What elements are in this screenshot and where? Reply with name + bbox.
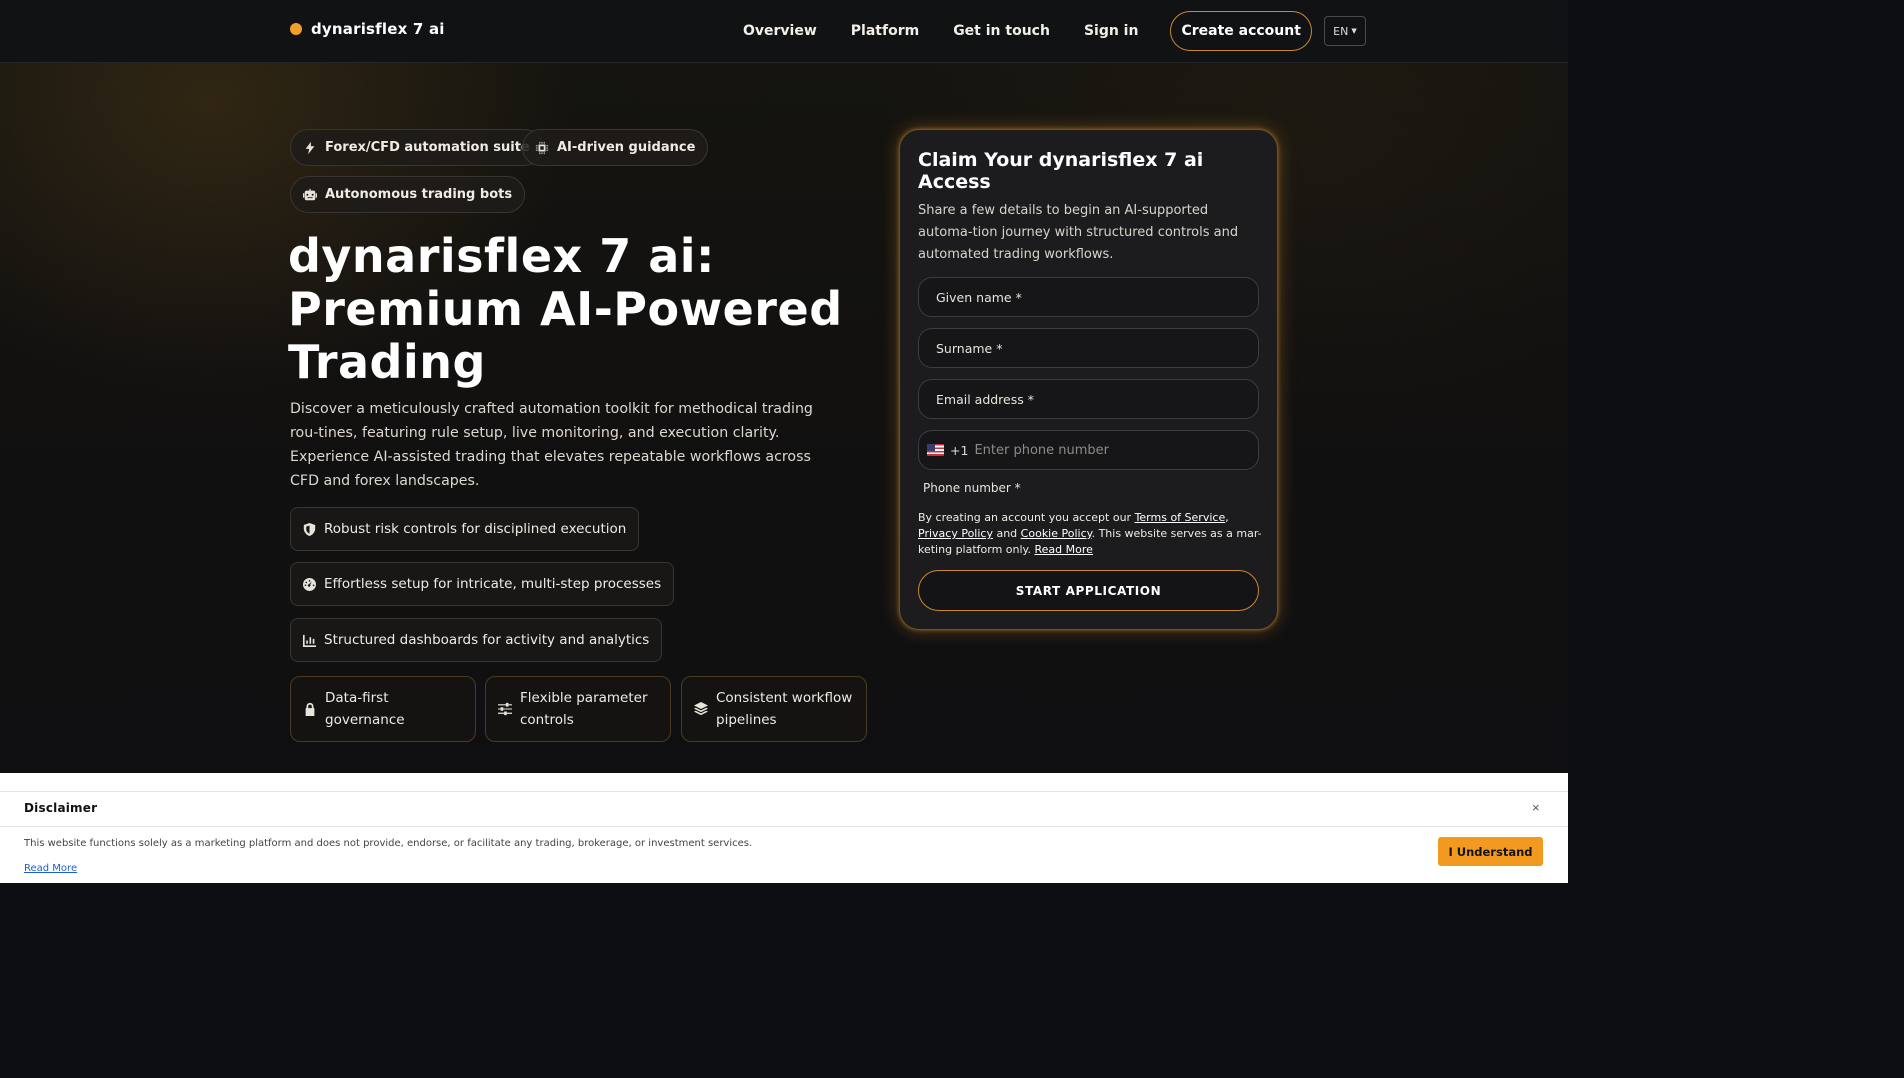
us-flag-icon[interactable]	[927, 444, 944, 456]
brand-dot-icon	[290, 23, 302, 35]
disclaimer-title: Disclaimer	[24, 801, 98, 815]
chip-forex-cfd: Forex/CFD automation suite	[290, 129, 543, 166]
lock-icon	[305, 702, 315, 716]
language-selector[interactable]: EN ▼	[1323, 16, 1366, 46]
card-label: Consistent workflow pipelines	[716, 690, 853, 728]
given-name-label: Given name *	[936, 289, 1022, 305]
chip-icon	[535, 141, 549, 154]
language-code: EN	[1333, 24, 1349, 38]
card-parameter-controls: Flexible parameter controls	[485, 676, 671, 742]
disclaimer-banner: Disclaimer × This website functions sole…	[0, 773, 1568, 883]
caret-down-icon: ▼	[1351, 27, 1357, 35]
chip-label: AI-driven guidance	[557, 140, 696, 155]
hero-title-line-2: Premium AI-Powered	[288, 282, 843, 336]
feature-risk-controls: Robust risk controls for disciplined exe…	[290, 507, 640, 551]
given-name-field[interactable]: Given name *	[918, 277, 1259, 317]
robot-icon	[303, 188, 317, 200]
nav-overview[interactable]: Overview	[743, 23, 817, 39]
top-header: dynarisflex 7 ai Overview Platform Get i…	[0, 0, 1568, 63]
terms-text: By creating an account you accept our Te…	[918, 510, 1263, 558]
chip-label: Autonomous trading bots	[325, 187, 513, 202]
cookie-policy-link[interactable]: Cookie Policy	[1021, 527, 1092, 540]
lightning-icon	[305, 141, 315, 154]
phone-input[interactable]	[974, 442, 1215, 458]
shield-icon	[303, 522, 316, 536]
terms-prefix: By creating an account you accept our	[918, 511, 1135, 524]
email-label: Email address *	[936, 391, 1034, 407]
form-subtitle: Share a few details to begin an AI-suppo…	[918, 203, 1239, 262]
chip-trading-bots: Autonomous trading bots	[290, 176, 526, 213]
terms-and: and	[992, 527, 1021, 540]
disclaimer-text: This website functions solely as a marke…	[24, 838, 753, 849]
terms-of-service-link[interactable]: Terms of Service	[1135, 511, 1226, 524]
disclaimer-header: Disclaimer ×	[0, 791, 1568, 827]
terms-comma: ,	[1225, 511, 1229, 524]
main-nav: Overview Platform Get in touch Sign in C…	[743, 11, 1366, 51]
surname-field[interactable]: Surname *	[918, 328, 1259, 368]
close-icon[interactable]: ×	[1532, 800, 1540, 815]
hero-title-line-3: Trading	[288, 335, 486, 389]
nav-platform[interactable]: Platform	[851, 23, 919, 39]
hero-title-line-1: dynarisflex 7 ai:	[288, 229, 715, 283]
surname-label: Surname *	[936, 340, 1003, 356]
phone-field[interactable]: +1	[918, 430, 1259, 470]
brand-name: dynarisflex 7 ai	[311, 20, 445, 38]
chip-ai-guidance: AI-driven guidance	[522, 129, 709, 166]
disclaimer-read-more-link[interactable]: Read More	[24, 863, 77, 874]
phone-number-label: Phone number *	[923, 481, 1021, 495]
feature-effortless-setup: Effortless setup for intricate, multi-st…	[290, 562, 675, 606]
feature-dashboards: Structured dashboards for activity and a…	[290, 618, 663, 662]
layers-icon	[694, 702, 708, 716]
create-account-button[interactable]: Create account	[1170, 11, 1312, 51]
feature-label: Robust risk controls for disciplined exe…	[324, 521, 627, 537]
hero-title: dynarisflex 7 ai: Premium AI-Powered Tra…	[288, 230, 848, 389]
card-data-governance: Data-first governance	[290, 676, 476, 742]
nav-get-in-touch[interactable]: Get in touch	[953, 23, 1050, 39]
privacy-policy-link[interactable]: Privacy Policy	[918, 527, 993, 540]
card-label: Data-first governance	[325, 690, 405, 728]
email-field[interactable]: Email address *	[918, 379, 1259, 419]
start-application-button[interactable]: START APPLICATION	[918, 570, 1259, 611]
nav-sign-in[interactable]: Sign in	[1084, 23, 1139, 39]
gauge-icon	[303, 577, 316, 591]
brand-logo[interactable]: dynarisflex 7 ai	[290, 20, 445, 38]
terms-read-more-link[interactable]: Read More	[1035, 543, 1093, 556]
card-workflow-pipelines: Consistent workflow pipelines	[681, 676, 867, 742]
sliders-icon	[498, 702, 512, 716]
i-understand-button[interactable]: I Understand	[1438, 837, 1543, 866]
hero-description: Discover a meticulously crafted automati…	[290, 401, 813, 489]
chip-label: Forex/CFD automation suite	[325, 140, 530, 155]
feature-label: Structured dashboards for activity and a…	[324, 632, 650, 648]
bar-chart-icon	[303, 634, 316, 647]
card-label: Flexible parameter controls	[520, 690, 648, 728]
form-title: Claim Your dynarisflex 7 ai Access	[918, 149, 1204, 193]
dial-code[interactable]: +1	[950, 443, 968, 458]
signup-form-panel: Claim Your dynarisflex 7 ai Access Share…	[899, 129, 1278, 630]
feature-label: Effortless setup for intricate, multi-st…	[324, 576, 662, 592]
